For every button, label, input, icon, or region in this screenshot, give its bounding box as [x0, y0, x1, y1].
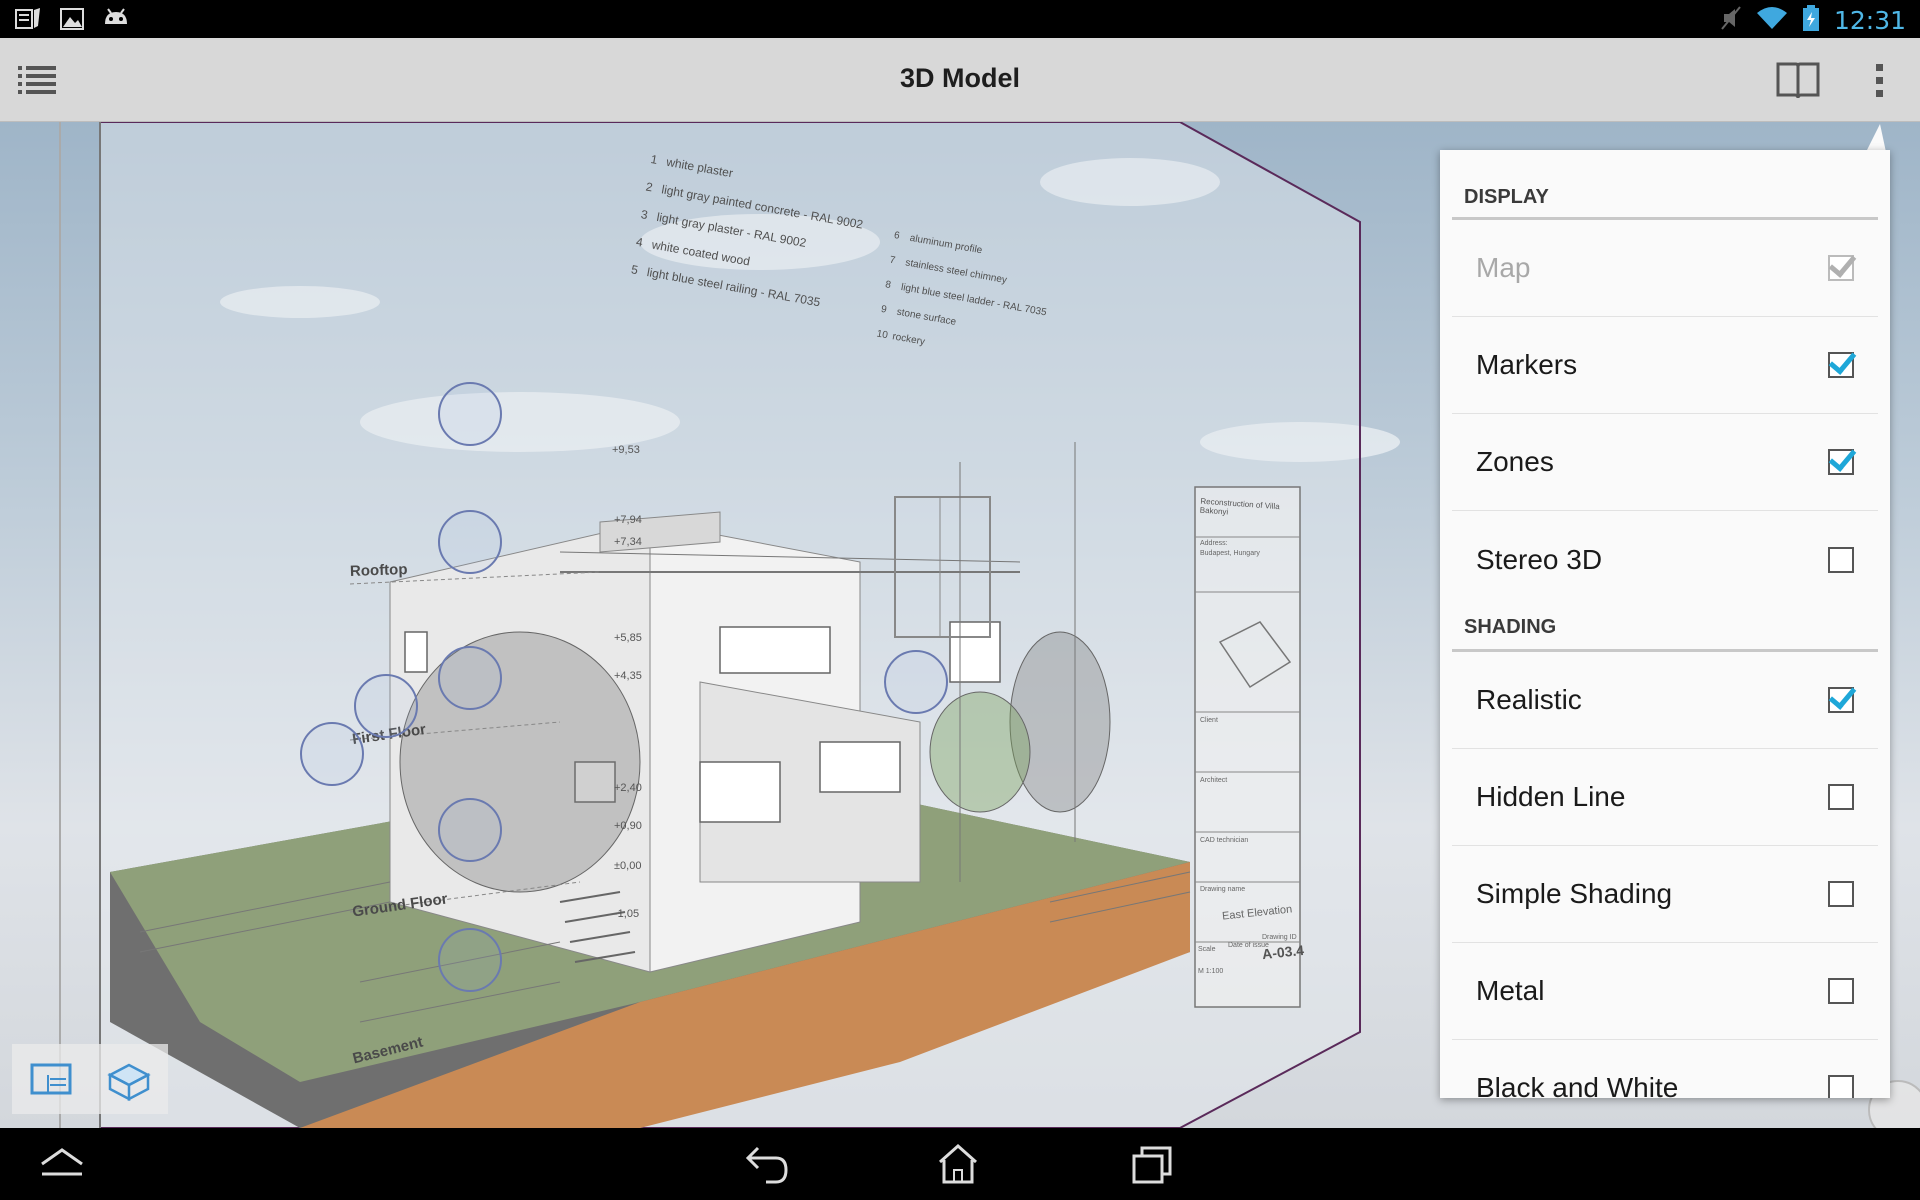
home-icon[interactable]	[928, 1140, 988, 1188]
elevation-label: +2,40	[614, 782, 642, 794]
title-block-client-label: Client	[1200, 717, 1218, 724]
marker[interactable]	[354, 674, 418, 738]
menu-item-label: Metal	[1476, 975, 1545, 1006]
recent-apps-icon[interactable]	[1122, 1140, 1182, 1188]
marker[interactable]	[438, 382, 502, 446]
menu-item-label: Stereo 3D	[1476, 543, 1603, 575]
menu-item-realistic[interactable]: Realistic	[1452, 652, 1878, 749]
overflow-icon[interactable]	[1862, 56, 1898, 104]
map-checkbox[interactable]	[1828, 255, 1854, 281]
clock: 12:31	[1833, 6, 1906, 35]
marker[interactable]	[438, 798, 502, 862]
box-view-icon[interactable]	[104, 1057, 154, 1102]
title-block-architect-label: Architect	[1200, 777, 1228, 784]
sheet-view-icon[interactable]	[26, 1057, 76, 1101]
menu-item-zones[interactable]: Zones	[1452, 414, 1878, 511]
battery-charging-icon	[1802, 4, 1820, 37]
elevation-label: +4,35	[614, 670, 642, 682]
menu-item-label: Simple Shading	[1476, 878, 1673, 909]
markers-checkbox[interactable]	[1828, 352, 1854, 378]
elevation-label: ±0,00	[614, 860, 642, 872]
marker[interactable]	[300, 722, 364, 786]
page-title: 3D Model	[899, 63, 1020, 93]
elevation-label: +7,34	[614, 536, 642, 548]
realistic-checkbox[interactable]	[1828, 687, 1854, 713]
marker[interactable]	[438, 646, 502, 710]
elevation-label: +9,53	[612, 444, 640, 456]
elevation-label: +0,90	[614, 820, 642, 832]
elevation-label: +5,85	[614, 632, 642, 644]
action-bar: 3D Model	[0, 38, 1920, 122]
menu-pointer	[1866, 124, 1886, 152]
display-options-menu: DISPLAY Map Markers Zones Stereo 3D SHAD…	[1440, 150, 1890, 1098]
menu-item-map[interactable]: Map	[1452, 220, 1878, 317]
title-block-address-label: Address:	[1200, 540, 1228, 547]
menu-item-label: Black and White	[1476, 1072, 1679, 1098]
marker[interactable]	[884, 650, 948, 714]
elevation-label: +7,94	[614, 514, 642, 526]
menu-item-label: Markers	[1476, 349, 1578, 380]
menu-item-stereo-3d[interactable]: Stereo 3D	[1452, 511, 1878, 608]
title-block-drawing-id-label: Drawing ID	[1262, 934, 1297, 941]
menu-item-label: Realistic	[1476, 684, 1582, 715]
black-and-white-checkbox[interactable]	[1828, 1075, 1854, 1098]
zones-checkbox[interactable]	[1828, 449, 1854, 475]
menu-item-label: Map	[1476, 252, 1531, 283]
up-icon[interactable]	[32, 1140, 92, 1188]
metal-checkbox[interactable]	[1828, 978, 1854, 1004]
title-block-cad-label: CAD technician	[1200, 837, 1249, 844]
section-header-shading: SHADING	[1452, 608, 1878, 652]
stereo-3d-checkbox[interactable]	[1828, 546, 1854, 573]
view-toggle-bar	[12, 1044, 168, 1114]
menu-item-label: Zones	[1476, 446, 1554, 477]
menu-item-metal[interactable]: Metal	[1452, 943, 1878, 1040]
menu-item-hidden-line[interactable]: Hidden Line	[1452, 749, 1878, 846]
marker[interactable]	[438, 510, 502, 574]
title-block-scale: M 1:100	[1198, 968, 1224, 975]
menu-item-simple-shading[interactable]: Simple Shading	[1452, 846, 1878, 943]
title-block-drawing-name-label: Drawing name	[1200, 886, 1246, 893]
simple-shading-checkbox[interactable]	[1828, 881, 1854, 907]
menu-item-label: Hidden Line	[1476, 781, 1626, 812]
title-block-scale-label: Scale	[1198, 946, 1216, 953]
back-icon[interactable]	[738, 1140, 798, 1188]
marker[interactable]	[438, 928, 502, 992]
mute-icon	[1720, 5, 1742, 36]
elevation-label: -1,05	[614, 908, 640, 920]
navigation-bar	[0, 1128, 1920, 1200]
menu-item-black-and-white[interactable]: Black and White	[1452, 1040, 1878, 1098]
section-header-display: DISPLAY	[1452, 150, 1878, 220]
image-icon	[58, 6, 86, 32]
hidden-line-checkbox[interactable]	[1828, 784, 1854, 810]
book-icon[interactable]	[1774, 56, 1822, 104]
floor-label-rooftop[interactable]: Rooftop	[350, 561, 408, 580]
android-icon	[102, 6, 130, 32]
menu-item-markers[interactable]: Markers	[1452, 317, 1878, 414]
status-bar: 12:31	[0, 0, 1920, 38]
notes-icon	[14, 6, 42, 32]
title-block-address: Budapest, Hungary	[1200, 550, 1260, 557]
wifi-icon	[1756, 5, 1788, 36]
